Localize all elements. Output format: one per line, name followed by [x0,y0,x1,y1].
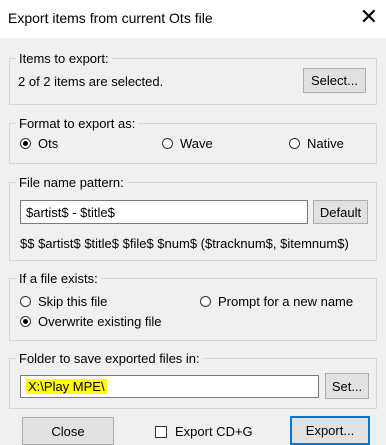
format-ots-radio[interactable]: Ots [20,136,58,151]
window-title: Export items from current Ots file [8,10,213,26]
close-icon[interactable]: ✕ [360,6,378,28]
radio-icon [200,296,211,307]
set-folder-button[interactable]: Set... [325,373,369,399]
default-button[interactable]: Default [313,200,368,224]
folder-path-text: X:\Play MPE\ [26,379,107,394]
filename-pattern-input[interactable]: $artist$ - $title$ [20,200,308,224]
format-ots-label: Ots [38,136,59,151]
export-cdg-label: Export CD+G [175,424,253,439]
folder-path-input[interactable]: X:\Play MPE\ [20,375,319,398]
format-native-radio[interactable]: Native [289,136,344,151]
select-button[interactable]: Select... [303,68,366,93]
file-exists-legend: If a file exists: [19,271,98,286]
format-legend: Format to export as: [19,116,136,131]
overwrite-label: Overwrite existing file [38,314,162,329]
folder-legend: Folder to save exported files in: [19,351,200,366]
prompt-name-label: Prompt for a new name [218,294,354,309]
checkbox-icon [155,425,167,438]
radio-icon [289,138,300,149]
prompt-name-radio[interactable]: Prompt for a new name [200,294,353,309]
radio-checked-icon [20,138,31,149]
export-cdg-checkbox[interactable]: Export CD+G [155,424,253,439]
pattern-tokens-hint: $$ $artist$ $title$ $file$ $num$ ($track… [20,236,349,251]
radio-checked-icon [20,316,31,327]
overwrite-radio[interactable]: Overwrite existing file [20,314,162,329]
filename-pattern-legend: File name pattern: [19,175,124,190]
format-wave-radio[interactable]: Wave [162,136,213,151]
skip-file-label: Skip this file [38,294,108,309]
radio-icon [162,138,173,149]
close-button[interactable]: Close [22,417,114,445]
skip-file-radio[interactable]: Skip this file [20,294,107,309]
dialog-body: Items to export: 2 of 2 items are select… [0,38,386,445]
selection-status: 2 of 2 items are selected. [18,74,164,89]
radio-icon [20,296,31,307]
format-wave-label: Wave [180,136,213,151]
export-button[interactable]: Export... [290,416,370,445]
format-native-label: Native [307,136,344,151]
items-to-export-legend: Items to export: [19,51,109,66]
title-bar: Export items from current Ots file ✕ [0,0,386,38]
